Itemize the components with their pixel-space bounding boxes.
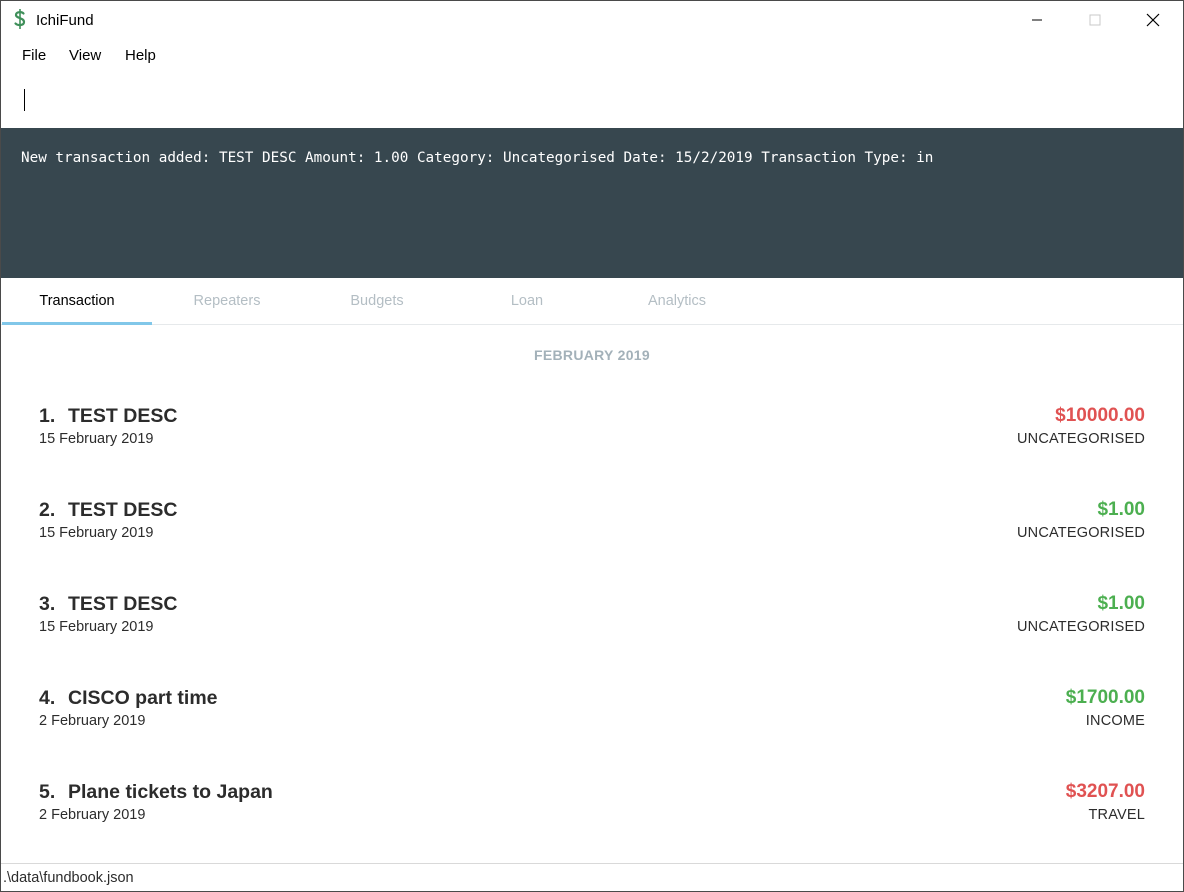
- minimize-icon: [1031, 14, 1043, 26]
- item-index: 3.: [39, 593, 56, 615]
- text-caret: [24, 89, 25, 111]
- item-description: Plane tickets to Japan: [68, 781, 273, 803]
- item-amount: $1700.00: [1065, 687, 1145, 708]
- item-date: 2 February 2019: [39, 807, 146, 823]
- maximize-button[interactable]: [1066, 1, 1124, 39]
- tab-loan[interactable]: Loan: [452, 278, 602, 324]
- item-amount: $10000.00: [1055, 405, 1145, 426]
- item-index: 2.: [39, 499, 56, 521]
- menu-help[interactable]: Help: [123, 47, 158, 64]
- title-bar[interactable]: IchiFund: [1, 1, 1183, 39]
- month-header: FEBRUARY 2019: [534, 347, 650, 363]
- result-display: New transaction added: TEST DESC Amount:…: [1, 128, 1183, 278]
- tab-transaction[interactable]: Transaction: [2, 278, 152, 325]
- file-path: .\data\fundbook.json: [3, 870, 134, 886]
- transaction-list: FEBRUARY 2019 1. TEST DESC 15 February 2…: [1, 325, 1183, 863]
- list-item[interactable]: 3. TEST DESC 15 February 2019 $1.00 UNCA…: [1, 593, 1183, 687]
- maximize-icon: [1089, 14, 1101, 26]
- menu-file[interactable]: File: [20, 47, 48, 64]
- minimize-button[interactable]: [1008, 1, 1066, 39]
- tab-budgets[interactable]: Budgets: [302, 278, 452, 324]
- item-date: 15 February 2019: [39, 619, 154, 635]
- item-amount: $1.00: [1097, 593, 1145, 614]
- list-item[interactable]: 4. CISCO part time 2 February 2019 $1700…: [1, 687, 1183, 781]
- item-amount: $3207.00: [1065, 781, 1145, 802]
- menu-view[interactable]: View: [67, 47, 103, 64]
- list-item[interactable]: 5. Plane tickets to Japan 2 February 201…: [1, 781, 1183, 875]
- item-category: UNCATEGORISED: [1016, 431, 1145, 447]
- command-input[interactable]: [15, 83, 1181, 117]
- item-date: 2 February 2019: [39, 713, 146, 729]
- tab-bar: Transaction Repeaters Budgets Loan Analy…: [1, 278, 1183, 325]
- result-message: New transaction added: TEST DESC Amount:…: [21, 150, 934, 166]
- window-title: IchiFund: [36, 12, 94, 29]
- item-category: UNCATEGORISED: [1016, 525, 1145, 541]
- tab-repeaters[interactable]: Repeaters: [152, 278, 302, 324]
- item-date: 15 February 2019: [39, 431, 154, 447]
- item-index: 4.: [39, 687, 56, 709]
- item-description: TEST DESC: [68, 499, 178, 521]
- dollar-s-icon: [11, 8, 29, 30]
- item-index: 1.: [39, 405, 56, 427]
- item-description: TEST DESC: [68, 405, 178, 427]
- item-index: 5.: [39, 781, 56, 803]
- close-button[interactable]: [1124, 1, 1182, 39]
- item-category: UNCATEGORISED: [1016, 619, 1145, 635]
- item-date: 15 February 2019: [39, 525, 154, 541]
- list-item[interactable]: 2. TEST DESC 15 February 2019 $1.00 UNCA…: [1, 499, 1183, 593]
- item-amount: $1.00: [1097, 499, 1145, 520]
- list-item[interactable]: 1. TEST DESC 15 February 2019 $10000.00 …: [1, 405, 1183, 499]
- tab-analytics[interactable]: Analytics: [602, 278, 752, 324]
- status-bar: .\data\fundbook.json: [1, 863, 1183, 891]
- close-icon: [1146, 13, 1160, 27]
- item-category: TRAVEL: [1088, 807, 1145, 823]
- app-window: IchiFund File View Help New transaction …: [0, 0, 1184, 892]
- item-description: CISCO part time: [68, 687, 218, 709]
- command-box: [1, 73, 1183, 127]
- menu-bar: File View Help: [1, 39, 1183, 73]
- item-description: TEST DESC: [68, 593, 178, 615]
- item-category: INCOME: [1085, 713, 1145, 729]
